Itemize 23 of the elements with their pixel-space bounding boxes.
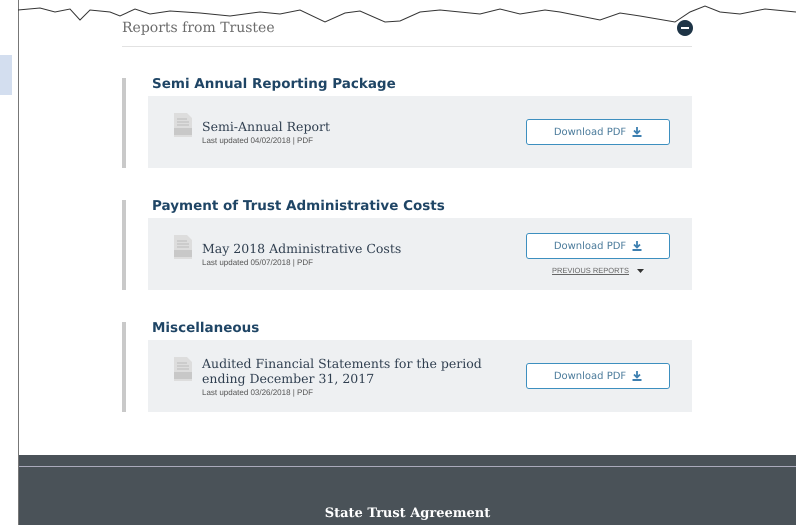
caret-icon [636,268,644,272]
download-button[interactable]: Download PDF [526,119,670,145]
report-meta: Last updated 03/26/2018 | PDF [202,388,314,396]
collapse-button[interactable] [677,20,693,36]
section-heading: Payment of Trust Administrative Costs [152,198,446,214]
report-meta: Last updated 05/07/2018 | PDF [202,258,314,267]
report-title: Semi-Annual Report [202,119,331,134]
download-icon [632,371,642,381]
download-icon [632,241,642,251]
report-meta: Last updated 04/02/2018 | PDF [202,136,314,145]
download-button[interactable]: Download PDF [526,363,670,389]
pdf-file-icon [172,112,194,138]
footer-title: State Trust Agreement [324,506,490,521]
pdf-file-icon [172,356,194,382]
section-heading: Miscellaneous [152,320,260,336]
panel-title: Reports from Trustee [122,20,275,36]
download-icon [632,127,642,137]
minus-icon [681,27,689,29]
download-button[interactable]: Download PDF [526,233,670,259]
report-title: Audited Financial Statements for the period ending December 31, 2017 [202,356,483,386]
section-heading: Semi Annual Reporting Package [152,76,397,92]
pdf-file-icon [172,234,194,260]
report-title: May 2018 Administrative Costs [202,241,402,256]
